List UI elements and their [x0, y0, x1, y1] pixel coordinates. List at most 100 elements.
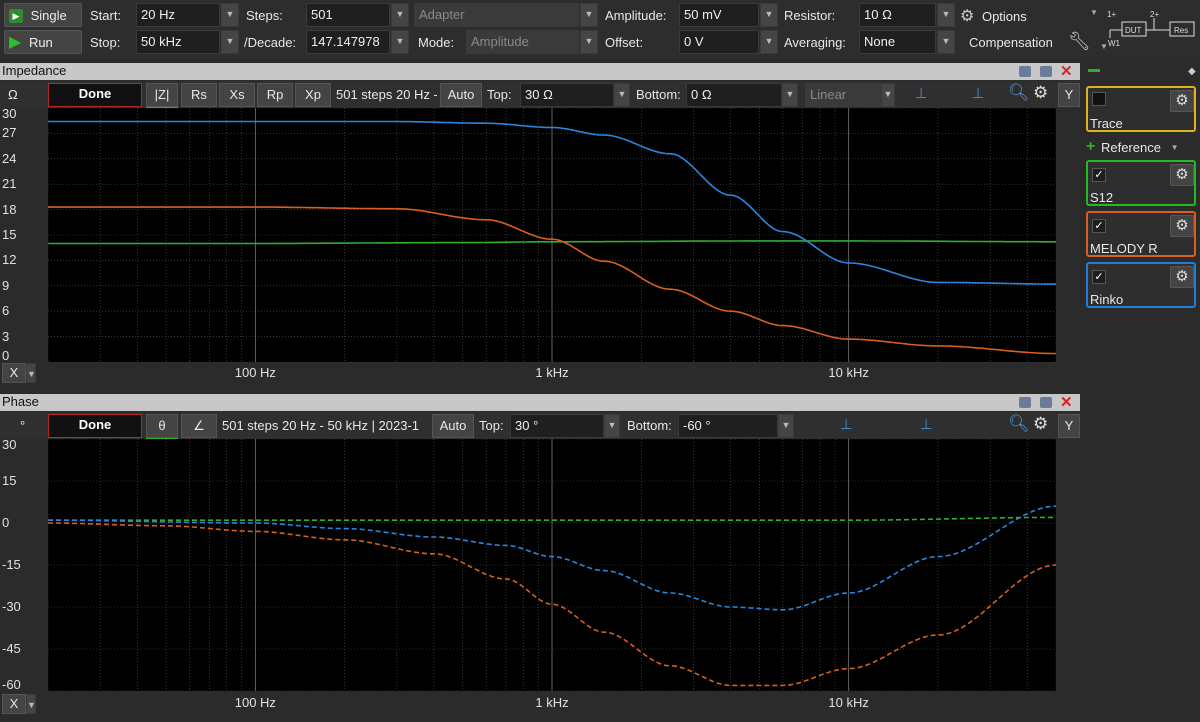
impedance-ytick-label: 6: [2, 303, 10, 319]
stop-dropdown[interactable]: ▼: [221, 30, 239, 54]
wrench-icon[interactable]: 🔧︎: [1068, 31, 1091, 52]
impedance-xs-button[interactable]: Xs: [219, 83, 255, 107]
reference-row[interactable]: + Reference ▼: [1086, 138, 1196, 158]
phase-bottom-label: Bottom:: [627, 418, 672, 433]
impedance-top-input[interactable]: 30 Ω: [520, 83, 614, 107]
impedance-plot[interactable]: [48, 108, 1056, 362]
adapter-dropdown[interactable]: ▼: [580, 3, 598, 27]
mode-select[interactable]: Amplitude: [466, 30, 579, 54]
top-toolbar: ▶ Single ▶ Run Start: 20 Hz ▼ Stop: 50 k…: [0, 0, 1200, 58]
circuit-p2: 2+: [1150, 10, 1159, 19]
impedance-top-dropdown[interactable]: ▼: [614, 83, 630, 107]
phase-x-dropdown[interactable]: ▼: [26, 694, 36, 714]
impedance-x-button[interactable]: X: [2, 363, 26, 383]
steps-dropdown[interactable]: ▼: [391, 3, 409, 27]
steps-input[interactable]: 501: [306, 3, 390, 27]
decade-input[interactable]: 147.147978: [306, 30, 390, 54]
trace-rinko-gear-icon[interactable]: ⚙: [1170, 266, 1194, 288]
impedance-bottom-dropdown[interactable]: ▼: [782, 83, 798, 107]
trace-s12-label: S12: [1090, 190, 1114, 205]
single-button[interactable]: ▶ Single: [4, 3, 82, 27]
pin-icon[interactable]: ◆: [1188, 66, 1196, 77]
averaging-select[interactable]: None: [859, 30, 936, 54]
averaging-dropdown[interactable]: ▼: [937, 30, 955, 54]
impedance-y-button[interactable]: Y: [1058, 83, 1080, 107]
trace-gear-icon[interactable]: ⚙: [1170, 90, 1194, 112]
impedance-bottom-input[interactable]: 0 Ω: [686, 83, 782, 107]
phase-auto-button[interactable]: Auto: [432, 414, 474, 438]
add-trace-icon[interactable]: [1088, 69, 1100, 72]
resistor-dropdown[interactable]: ▼: [937, 3, 955, 27]
impedance-rs-button[interactable]: Rs: [181, 83, 217, 107]
impedance-xp-button[interactable]: Xp: [295, 83, 331, 107]
impedance-yaxis: 30 27 24 21 18 15 12 9 6 3 0: [0, 106, 48, 363]
trace-box[interactable]: ⚙ Trace: [1086, 86, 1196, 132]
phase-ytick-label: -15: [2, 557, 21, 572]
amplitude-input[interactable]: 50 mV: [679, 3, 759, 27]
start-dropdown[interactable]: ▼: [221, 3, 239, 27]
trace-melody-r-checkbox[interactable]: ✓: [1092, 219, 1106, 233]
offset-input[interactable]: 0 V: [679, 30, 759, 54]
phase-bottom-input[interactable]: -60 °: [678, 414, 778, 438]
impedance-chart: [48, 108, 1056, 362]
compensation-button[interactable]: Compensation: [969, 35, 1053, 50]
phase-x-button[interactable]: X: [2, 694, 26, 714]
impedance-rp-button[interactable]: Rp: [257, 83, 293, 107]
stop-label: Stop:: [90, 35, 121, 50]
impedance-z-button[interactable]: |Z|: [146, 83, 178, 107]
impedance-maximize-icon[interactable]: [1040, 66, 1052, 77]
mode-dropdown[interactable]: ▼: [580, 30, 598, 54]
impedance-gear-icon[interactable]: ⚙: [1033, 83, 1048, 103]
start-input[interactable]: 20 Hz: [136, 3, 220, 27]
impedance-ytick-label: 27: [2, 125, 17, 141]
phase-zoom-icon[interactable]: 🔍︎: [1008, 414, 1030, 434]
run-button[interactable]: ▶ Run: [4, 30, 82, 54]
impedance-top-label: Top:: [487, 87, 512, 102]
impedance-unit: Ω: [8, 87, 18, 102]
trace-melody-r-gear-icon[interactable]: ⚙: [1170, 215, 1194, 237]
resistor-select[interactable]: 10 Ω: [859, 3, 936, 27]
trace-rinko[interactable]: ✓ ⚙ Rinko: [1086, 262, 1196, 308]
phase-gear-icon[interactable]: ⚙: [1033, 414, 1048, 434]
impedance-zoom-icon[interactable]: 🔍︎: [1008, 83, 1030, 103]
single-icon: ▶: [9, 8, 23, 23]
impedance-title: Impedance: [2, 63, 67, 78]
phase-done-button[interactable]: Done: [48, 414, 142, 438]
trace-rinko-checkbox[interactable]: ✓: [1092, 270, 1106, 284]
trace-checkbox[interactable]: [1092, 92, 1106, 106]
adapter-select[interactable]: Adapter: [414, 3, 579, 27]
phase-minimize-icon[interactable]: [1019, 397, 1031, 408]
trace-s12-gear-icon[interactable]: ⚙: [1170, 164, 1194, 186]
impedance-ytick-label: 12: [2, 252, 17, 268]
impedance-marker-icon[interactable]: ⊥: [972, 85, 984, 102]
impedance-minimize-icon[interactable]: [1019, 66, 1031, 77]
phase-marker-icon[interactable]: ⊥: [920, 416, 932, 433]
impedance-close-icon[interactable]: ✕: [1060, 62, 1073, 80]
phase-plot[interactable]: [48, 439, 1056, 691]
stop-input[interactable]: 50 kHz: [136, 30, 220, 54]
phase-close-icon[interactable]: ✕: [1060, 393, 1073, 411]
phase-bottom-dropdown[interactable]: ▼: [778, 414, 794, 438]
phase-top-dropdown[interactable]: ▼: [604, 414, 620, 438]
impedance-done-button[interactable]: Done: [48, 83, 142, 107]
phase-angle-button[interactable]: ∠: [181, 414, 217, 438]
options-chevron-icon[interactable]: ▼: [1090, 8, 1098, 17]
phase-theta-button[interactable]: θ: [146, 414, 178, 438]
trace-s12[interactable]: ✓ ⚙ S12: [1086, 160, 1196, 206]
trace-melody-r[interactable]: ✓ ⚙ MELODY R: [1086, 211, 1196, 257]
phase-maximize-icon[interactable]: [1040, 397, 1052, 408]
phase-cursor-icon[interactable]: ⊥: [840, 416, 852, 433]
impedance-x-dropdown[interactable]: ▼: [26, 363, 36, 383]
trace-s12-checkbox[interactable]: ✓: [1092, 168, 1106, 182]
phase-y-button[interactable]: Y: [1058, 414, 1080, 438]
options-button[interactable]: ⚙ Options: [960, 6, 1070, 26]
decade-dropdown[interactable]: ▼: [391, 30, 409, 54]
phase-top-input[interactable]: 30 °: [510, 414, 604, 438]
plus-icon: +: [1086, 138, 1096, 155]
impedance-scale-dropdown[interactable]: ▼: [881, 83, 895, 107]
amplitude-dropdown[interactable]: ▼: [760, 3, 778, 27]
impedance-cursor-icon[interactable]: ⊥: [915, 85, 927, 102]
impedance-scale-select[interactable]: Linear: [805, 83, 881, 107]
offset-dropdown[interactable]: ▼: [760, 30, 778, 54]
impedance-auto-button[interactable]: Auto: [440, 83, 482, 107]
